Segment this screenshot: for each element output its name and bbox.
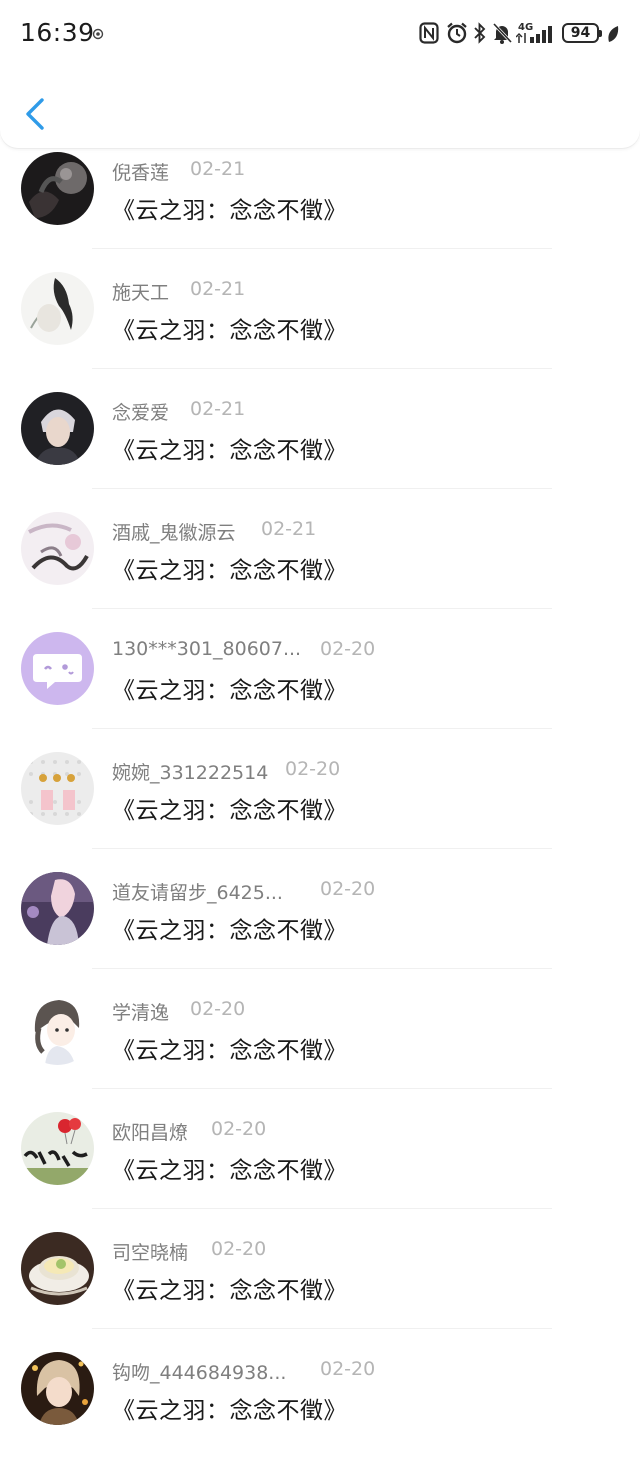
comment-date: 02-21: [190, 158, 246, 180]
commenter-name[interactable]: 司空晓楠: [112, 1238, 188, 1265]
commenter-name[interactable]: 道友请留步_6425...: [112, 878, 283, 905]
comment-title[interactable]: 《云之羽：念念不徵》: [112, 1151, 347, 1185]
divider: [92, 728, 552, 729]
list-item[interactable]: 欧阳昌燎 02-20 《云之羽：念念不徵》: [0, 1108, 640, 1228]
avatar[interactable]: [21, 512, 94, 585]
commenter-name[interactable]: 酒戚_鬼徽源云: [112, 518, 236, 545]
comment-title[interactable]: 《云之羽：念念不徵》: [112, 431, 347, 465]
battery-indicator: 94: [562, 23, 602, 43]
leaf-icon: [608, 26, 619, 42]
avatar-image: [21, 512, 94, 585]
avatar[interactable]: [21, 1112, 94, 1185]
bluetooth-icon: [474, 22, 486, 44]
avatar[interactable]: [21, 1232, 94, 1305]
list-item[interactable]: 道友请留步_6425... 02-20 《云之羽：念念不徵》: [0, 868, 640, 988]
nfc-icon: [419, 22, 439, 44]
comment-date: 02-20: [211, 1118, 267, 1140]
divider: [92, 1328, 552, 1329]
avatar-image: [21, 272, 94, 345]
commenter-name[interactable]: 婉婉_331222514: [112, 758, 268, 785]
comment-title[interactable]: 《云之羽：念念不徵》: [112, 191, 347, 225]
avatar-image: [21, 992, 94, 1065]
divider: [92, 488, 552, 489]
avatar[interactable]: [21, 752, 94, 825]
list-item[interactable]: 婉婉_331222514 02-20 《云之羽：念念不徵》: [0, 748, 640, 868]
back-button[interactable]: [18, 92, 52, 136]
commenter-name[interactable]: 念爱爱: [112, 398, 169, 425]
list-item[interactable]: 酒戚_鬼徽源云 02-21 《云之羽：念念不徵》: [0, 508, 640, 628]
commenter-name[interactable]: 欧阳昌燎: [112, 1118, 188, 1145]
avatar-image: [21, 152, 94, 225]
comment-date: 02-21: [190, 278, 246, 300]
divider: [92, 848, 552, 849]
divider: [92, 368, 552, 369]
comment-title[interactable]: 《云之羽：念念不徵》: [112, 671, 347, 705]
comment-date: 02-20: [190, 998, 246, 1020]
list-item[interactable]: 司空晓楠 02-20 《云之羽：念念不徵》: [0, 1228, 640, 1348]
avatar[interactable]: [21, 1352, 94, 1425]
list-item[interactable]: 倪香莲 02-21 《云之羽：念念不徵》: [0, 148, 640, 268]
alarm-icon: [447, 22, 467, 44]
mute-icon: [492, 22, 512, 44]
status-bar: 16:39 4G 94: [0, 0, 640, 70]
avatar-image: [21, 1352, 94, 1425]
comment-date: 02-20: [320, 878, 376, 900]
divider: [92, 968, 552, 969]
location-icon: [92, 28, 104, 40]
commenter-name[interactable]: 学清逸: [112, 998, 169, 1025]
comment-title[interactable]: 《云之羽：念念不徵》: [112, 1031, 347, 1065]
status-time: 16:39: [20, 18, 95, 47]
avatar[interactable]: [21, 872, 94, 945]
avatar[interactable]: [21, 632, 94, 705]
comment-title[interactable]: 《云之羽：念念不徵》: [112, 1271, 347, 1305]
divider: [92, 248, 552, 249]
chevron-left-icon: [26, 98, 44, 130]
comment-date: 02-20: [320, 1358, 376, 1380]
signal-icon: [516, 26, 552, 43]
list-item[interactable]: 学清逸 02-20 《云之羽：念念不徵》: [0, 988, 640, 1108]
list-item[interactable]: 施天工 02-21 《云之羽：念念不徵》: [0, 268, 640, 388]
avatar[interactable]: [21, 392, 94, 465]
commenter-name[interactable]: 倪香莲: [112, 158, 169, 185]
comment-title[interactable]: 《云之羽：念念不徵》: [112, 311, 347, 345]
commenter-name[interactable]: 施天工: [112, 278, 169, 305]
avatar-image: [21, 1232, 94, 1305]
list-item[interactable]: 钩吻_444684938... 02-20 《云之羽：念念不徵》: [0, 1348, 640, 1468]
divider: [92, 608, 552, 609]
comment-title[interactable]: 《云之羽：念念不徵》: [112, 791, 347, 825]
chat-bubble-icon: [33, 654, 82, 689]
commenter-name[interactable]: 130***301_80607...: [112, 638, 301, 660]
comment-title[interactable]: 《云之羽：念念不徵》: [112, 1391, 347, 1425]
comment-date: 02-20: [320, 638, 376, 660]
comment-date: 02-20: [211, 1238, 267, 1260]
top-header: 16:39 4G 94: [0, 0, 640, 148]
avatar-image: [21, 1112, 94, 1185]
list-item[interactable]: 130***301_80607... 02-20 《云之羽：念念不徵》: [0, 628, 640, 748]
comment-date: 02-20: [285, 758, 341, 780]
divider: [92, 1088, 552, 1089]
comment-date: 02-21: [190, 398, 246, 420]
commenter-name[interactable]: 钩吻_444684938...: [112, 1358, 286, 1385]
divider: [92, 1208, 552, 1209]
avatar-image: [21, 752, 94, 825]
list-item[interactable]: 念爱爱 02-21 《云之羽：念念不徵》: [0, 388, 640, 508]
comment-title[interactable]: 《云之羽：念念不徵》: [112, 911, 347, 945]
avatar-image: [21, 872, 94, 945]
avatar[interactable]: [21, 992, 94, 1065]
avatar[interactable]: [21, 272, 94, 345]
avatar[interactable]: [21, 152, 94, 225]
comment-title[interactable]: 《云之羽：念念不徵》: [112, 551, 347, 585]
avatar-image: [21, 392, 94, 465]
comment-date: 02-21: [261, 518, 317, 540]
